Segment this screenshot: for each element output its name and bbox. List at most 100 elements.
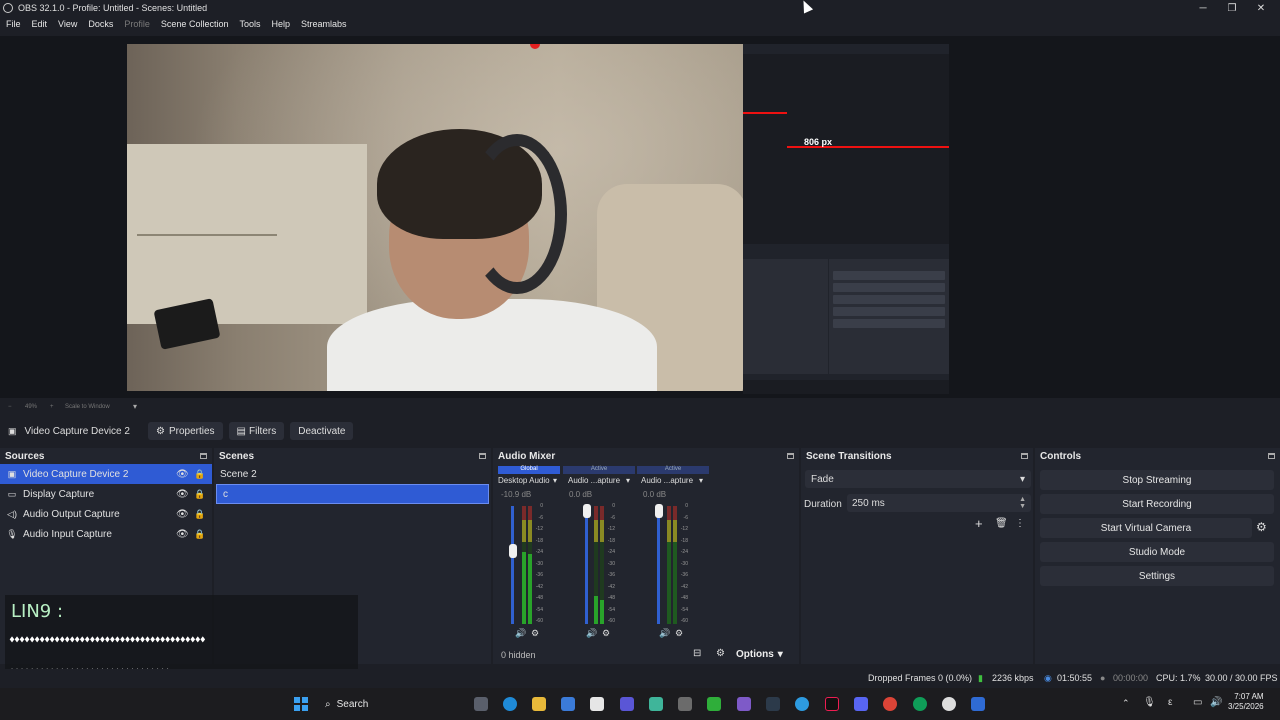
- discord-icon[interactable]: [737, 697, 751, 711]
- visibility-eye-icon[interactable]: 👁: [176, 529, 189, 540]
- lock-icon[interactable]: 🔒: [194, 469, 205, 480]
- properties-button[interactable]: ⚙ Properties: [148, 422, 223, 440]
- app-icon[interactable]: [561, 697, 575, 711]
- trash-icon[interactable]: 🗑: [995, 518, 1008, 529]
- menu-tools[interactable]: Tools: [239, 19, 260, 29]
- transition-select[interactable]: Fade ▾: [805, 470, 1031, 488]
- channel-menu-icon[interactable]: ▾: [626, 476, 630, 485]
- file-explorer-icon[interactable]: [532, 697, 546, 711]
- minimize-button[interactable]: ─: [1188, 0, 1218, 16]
- source-item[interactable]: 🎙 Audio Input Capture 👁 🔒: [0, 524, 212, 544]
- mute-speaker-icon[interactable]: 🔊: [515, 628, 526, 639]
- webcam-source-preview[interactable]: [127, 44, 743, 391]
- undock-icon[interactable]: [1021, 453, 1028, 459]
- add-transition-icon[interactable]: +: [975, 516, 983, 531]
- menu-help[interactable]: Help: [271, 19, 290, 29]
- menu-edit[interactable]: Edit: [32, 19, 48, 29]
- undock-icon[interactable]: [200, 453, 207, 459]
- volume-slider-knob[interactable]: [655, 504, 663, 518]
- layout-toggle-icon[interactable]: ⊟: [693, 648, 701, 659]
- volume-slider-track[interactable]: [511, 506, 514, 624]
- chrome-icon[interactable]: [883, 697, 897, 711]
- edge-browser-icon[interactable]: [503, 697, 517, 711]
- windows-start-icon[interactable]: [294, 697, 308, 711]
- volume-tray-icon[interactable]: 🔊: [1210, 697, 1222, 708]
- menu-file[interactable]: File: [6, 19, 21, 29]
- menu-scene-collection[interactable]: Scene Collection: [161, 19, 229, 29]
- menu-docks[interactable]: Docks: [88, 19, 113, 29]
- tiktok-icon[interactable]: [825, 697, 839, 711]
- studio-mode-button[interactable]: Studio Mode: [1040, 542, 1274, 562]
- visibility-eye-icon[interactable]: 👁: [176, 489, 189, 500]
- volume-slider-knob[interactable]: [583, 504, 591, 518]
- lock-icon[interactable]: 🔒: [194, 509, 205, 520]
- start-virtual-camera-button[interactable]: Start Virtual Camera: [1040, 518, 1252, 538]
- more-options-icon[interactable]: ⋮: [1015, 518, 1025, 529]
- mixer-tab-active[interactable]: Active: [637, 466, 709, 474]
- mixer-tab-global[interactable]: Global: [498, 466, 560, 474]
- start-recording-button[interactable]: Start Recording: [1040, 494, 1274, 514]
- volume-slider-track[interactable]: [657, 506, 660, 624]
- visibility-eye-icon[interactable]: 👁: [176, 469, 189, 480]
- channel-settings-icon[interactable]: ⚙: [675, 628, 683, 639]
- mute-speaker-icon[interactable]: 🔊: [586, 628, 597, 639]
- deactivate-button[interactable]: Deactivate: [290, 422, 354, 440]
- obs-icon[interactable]: [942, 697, 956, 711]
- minecraft-icon[interactable]: [707, 697, 721, 711]
- microphone-tray-icon[interactable]: 🎙: [1143, 697, 1156, 708]
- maximize-button[interactable]: ❐: [1217, 0, 1247, 16]
- source-item[interactable]: ▣ Video Capture Device 2 👁 🔒: [0, 464, 212, 484]
- taskbar-clock[interactable]: 7:07 AM 3/25/2026: [1228, 692, 1264, 712]
- network-icon[interactable]: ▭: [1193, 697, 1202, 708]
- source-item[interactable]: ▭ Display Capture 👁 🔒: [0, 484, 212, 504]
- channel-settings-icon[interactable]: ⚙: [602, 628, 610, 639]
- channel-settings-icon[interactable]: ⚙: [531, 628, 539, 639]
- chrome-icon[interactable]: [913, 697, 927, 711]
- virtual-camera-settings-icon[interactable]: ⚙: [1256, 520, 1267, 534]
- channel-menu-icon[interactable]: ▾: [699, 476, 703, 485]
- zoom-plus-button[interactable]: +: [50, 404, 54, 410]
- visibility-eye-icon[interactable]: 👁: [176, 509, 189, 520]
- scene-item[interactable]: Scene 2: [214, 464, 491, 484]
- mute-speaker-icon[interactable]: 🔊: [659, 628, 670, 639]
- volume-slider-knob[interactable]: [509, 544, 517, 558]
- undock-icon[interactable]: [1268, 453, 1275, 459]
- scene-item[interactable]: c: [216, 484, 489, 504]
- app-icon[interactable]: [620, 697, 634, 711]
- taskbar-search[interactable]: ⌕ Search: [320, 694, 430, 714]
- settings-button[interactable]: Settings: [1040, 566, 1274, 586]
- store-icon[interactable]: [590, 697, 604, 711]
- app-icon[interactable]: [766, 697, 780, 711]
- volume-slider-track[interactable]: [585, 506, 588, 624]
- channel-menu-icon[interactable]: ▾: [553, 476, 557, 485]
- undock-icon[interactable]: [787, 453, 794, 459]
- app-icon[interactable]: [795, 697, 809, 711]
- chevron-down-icon[interactable]: ▾: [133, 402, 137, 411]
- source-item[interactable]: ◁) Audio Output Capture 👁 🔒: [0, 504, 212, 524]
- settings-app-icon[interactable]: [678, 697, 692, 711]
- spin-arrows-icon[interactable]: ▲ ▼: [1019, 496, 1026, 510]
- lock-icon[interactable]: 🔒: [194, 489, 205, 500]
- mixer-tab-active[interactable]: Active: [563, 466, 635, 474]
- advanced-audio-icon[interactable]: ⚙: [716, 648, 725, 659]
- filters-button[interactable]: ▤ Filters: [228, 422, 285, 440]
- menu-view[interactable]: View: [58, 19, 77, 29]
- tray-chevron-icon[interactable]: ⌃: [1122, 698, 1130, 709]
- app-icon[interactable]: [971, 697, 985, 711]
- menu-profile[interactable]: Profile: [124, 19, 150, 29]
- app-icon[interactable]: [854, 697, 868, 711]
- task-view-icon[interactable]: [474, 697, 488, 711]
- display-capture-preview[interactable]: 806 px: [743, 44, 949, 394]
- duration-spinbox[interactable]: 250 ms ▲ ▼: [847, 494, 1031, 512]
- stop-streaming-button[interactable]: Stop Streaming: [1040, 470, 1274, 490]
- close-button[interactable]: ✕: [1246, 0, 1276, 16]
- channel-name: Desktop Audio: [498, 476, 550, 485]
- lock-icon[interactable]: 🔒: [194, 529, 205, 540]
- language-icon[interactable]: ε: [1168, 697, 1172, 708]
- menu-streamlabs[interactable]: Streamlabs: [301, 19, 347, 29]
- scale-mode-label[interactable]: Scale to Window: [65, 404, 110, 410]
- app-icon[interactable]: [649, 697, 663, 711]
- zoom-minus-button[interactable]: −: [8, 404, 12, 410]
- options-button[interactable]: Options ▾: [736, 646, 796, 662]
- undock-icon[interactable]: [479, 453, 486, 459]
